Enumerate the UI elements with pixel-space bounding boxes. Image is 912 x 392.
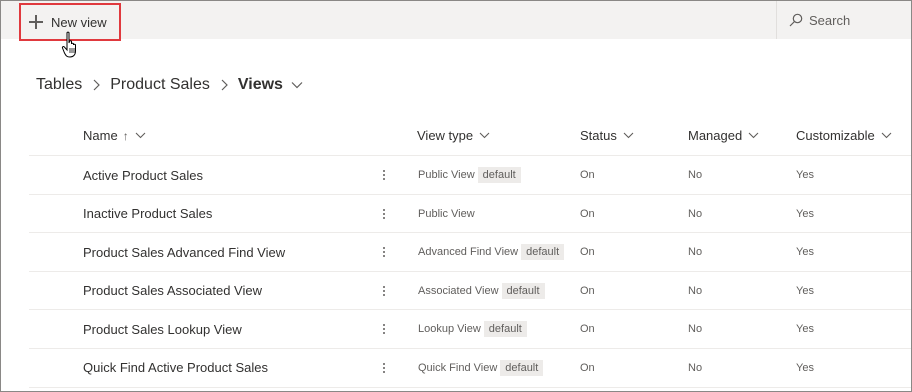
more-options-icon[interactable] — [379, 195, 389, 233]
search-box[interactable]: Search — [776, 1, 911, 39]
view-name[interactable]: Inactive Product Sales — [83, 195, 212, 233]
default-badge: default — [500, 359, 544, 376]
more-options-icon[interactable] — [379, 233, 389, 271]
view-type: Associated View — [418, 284, 499, 297]
table-row[interactable]: Inactive Product Sales Public View On No… — [29, 195, 911, 234]
view-type: Quick Find View — [418, 361, 498, 374]
column-header-label: Name — [83, 128, 118, 143]
breadcrumb: Tables Product Sales Views — [36, 76, 303, 94]
chevron-down-icon — [748, 132, 759, 139]
status-cell: On — [580, 207, 595, 220]
plus-icon — [29, 15, 43, 29]
more-options-icon[interactable] — [379, 156, 389, 194]
breadcrumb-current: Views — [237, 76, 283, 93]
view-type-cell: Public View default — [418, 156, 521, 194]
table-row[interactable]: Quick Find Active Product Sales Quick Fi… — [29, 349, 911, 388]
search-icon — [789, 13, 803, 27]
customizable-cell: Yes — [796, 246, 814, 259]
view-type: Public View — [418, 169, 475, 181]
more-options-icon[interactable] — [379, 310, 389, 348]
table-row[interactable]: Product Sales Lookup View Lookup View def… — [29, 310, 911, 349]
new-view-label: New view — [51, 14, 107, 30]
chevron-right-icon — [92, 79, 101, 91]
customizable-cell: Yes — [796, 361, 814, 374]
customizable-cell: Yes — [796, 284, 814, 297]
view-type-cell: Public View — [418, 195, 475, 233]
table-row[interactable]: Product Sales Associated View Associated… — [29, 272, 911, 311]
managed-cell: No — [688, 169, 703, 181]
status-cell: On — [580, 284, 595, 297]
view-name[interactable]: Product Sales Associated View — [83, 272, 262, 310]
chevron-down-icon — [479, 132, 490, 139]
view-name[interactable]: Product Sales Advanced Find View — [83, 233, 285, 271]
column-header-label: Status — [580, 128, 617, 143]
status-cell: On — [580, 323, 595, 336]
view-type-cell: Lookup View default — [418, 310, 527, 348]
column-header-label: Customizable — [796, 128, 875, 143]
default-badge: default — [483, 321, 527, 338]
managed-cell: No — [688, 361, 703, 374]
more-options-icon[interactable] — [379, 349, 389, 387]
managed-cell: No — [688, 246, 703, 259]
view-type-cell: Associated View default — [418, 272, 545, 310]
default-badge: default — [477, 167, 521, 183]
view-type: Advanced Find View — [418, 246, 519, 259]
column-header-managed[interactable]: Managed — [688, 128, 759, 143]
table-row[interactable]: Active Product Sales Public View default … — [29, 156, 911, 195]
managed-cell: No — [688, 284, 703, 297]
chevron-down-icon[interactable] — [291, 81, 303, 89]
breadcrumb-product-sales[interactable]: Product Sales — [110, 76, 210, 94]
default-badge: default — [501, 282, 545, 299]
status-cell: On — [580, 361, 595, 374]
customizable-cell: Yes — [796, 323, 814, 336]
column-header-name[interactable]: Name ↑ — [83, 128, 146, 143]
column-header-status[interactable]: Status — [580, 128, 634, 143]
view-type: Public View — [418, 207, 475, 220]
hand-pointer-cursor-icon — [61, 31, 76, 58]
status-cell: On — [580, 246, 595, 259]
breadcrumb-tables[interactable]: Tables — [36, 76, 82, 94]
app-frame: New view Search Tables Product Sales Vie… — [0, 0, 912, 392]
view-type-cell: Advanced Find View default — [418, 233, 565, 271]
column-header-label: Managed — [688, 128, 743, 143]
view-name[interactable]: Quick Find Active Product Sales — [83, 349, 268, 387]
view-type-cell: Quick Find View default — [418, 349, 544, 387]
managed-cell: No — [688, 323, 703, 336]
managed-cell: No — [688, 207, 703, 220]
default-badge: default — [521, 244, 565, 261]
views-table: Name ↑ View type Status Managed Customiz… — [29, 116, 911, 388]
column-header-customizable[interactable]: Customizable — [796, 128, 892, 143]
column-header-label: View type — [417, 128, 474, 143]
customizable-cell: Yes — [796, 207, 814, 220]
table-row[interactable]: Product Sales Advanced Find View Advance… — [29, 233, 911, 272]
status-cell: On — [580, 169, 595, 181]
customizable-cell: Yes — [796, 169, 814, 181]
view-type: Lookup View — [418, 323, 481, 336]
search-placeholder: Search — [809, 12, 851, 28]
column-header-view-type[interactable]: View type — [417, 128, 490, 143]
chevron-down-icon — [881, 132, 892, 139]
chevron-down-icon — [623, 132, 634, 139]
sort-ascending-icon: ↑ — [122, 128, 129, 143]
more-options-icon[interactable] — [379, 272, 389, 310]
chevron-down-icon — [135, 132, 146, 139]
table-header: Name ↑ View type Status Managed Customiz… — [29, 116, 911, 156]
view-name[interactable]: Active Product Sales — [83, 156, 203, 194]
command-bar: New view Search — [1, 1, 911, 58]
chevron-right-icon — [220, 79, 228, 91]
view-name[interactable]: Product Sales Lookup View — [83, 310, 242, 348]
